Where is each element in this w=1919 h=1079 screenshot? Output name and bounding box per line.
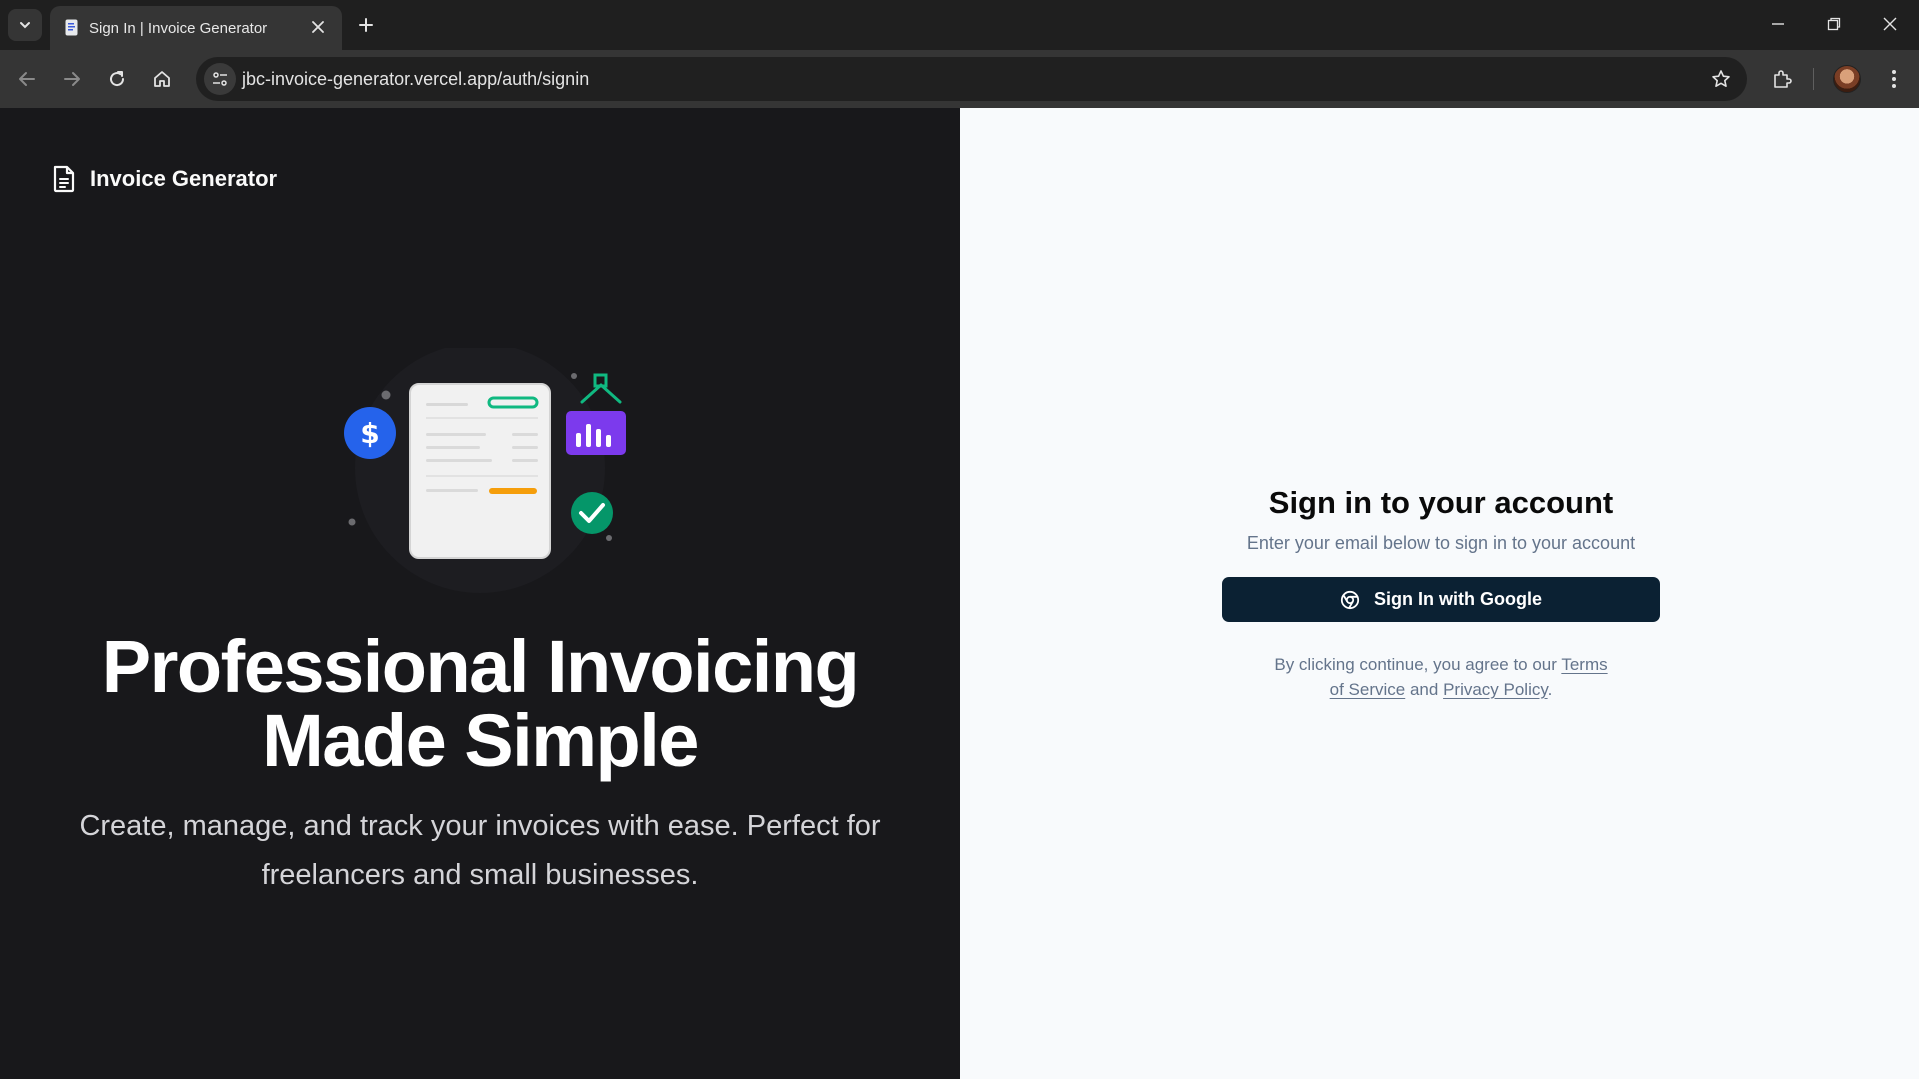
document-icon bbox=[53, 165, 75, 193]
close-icon bbox=[312, 21, 324, 33]
signin-description: Enter your email below to sign in to you… bbox=[1246, 533, 1636, 553]
forward-icon bbox=[64, 72, 80, 86]
brand: Invoice Generator bbox=[52, 163, 277, 195]
legal-and: and bbox=[1405, 680, 1444, 699]
legal-notice: By clicking continue, you agree to our T… bbox=[1271, 652, 1611, 702]
invoice-illustration: $ bbox=[344, 348, 626, 593]
bar-chart-icon bbox=[576, 433, 581, 447]
brand-name: Invoice Generator bbox=[90, 166, 278, 191]
site-info-button[interactable] bbox=[204, 63, 236, 95]
extensions-button[interactable] bbox=[1766, 63, 1798, 95]
browser-toolbar: jbc-invoice-generator.vercel.app/auth/si… bbox=[0, 50, 1919, 108]
decor-dot bbox=[381, 390, 391, 400]
page-content: Invoice Generator $ Professional Invoici… bbox=[0, 108, 1919, 1079]
profile-avatar[interactable] bbox=[1833, 65, 1861, 93]
url-text[interactable]: jbc-invoice-generator.vercel.app/auth/si… bbox=[242, 69, 589, 90]
back-icon bbox=[19, 72, 35, 86]
hero-title-line: Made Simple bbox=[262, 699, 699, 782]
browser-tab-strip: Sign In | Invoice Generator bbox=[0, 0, 1919, 50]
signin-panel: Sign in to your account Enter your email… bbox=[960, 108, 1919, 1079]
forward-button[interactable] bbox=[56, 63, 88, 95]
dollar-icon: $ bbox=[360, 417, 379, 450]
hero-title-line: Professional Invoicing bbox=[101, 625, 860, 708]
hero-subtitle-line: Create, manage, and track your invoices … bbox=[79, 810, 881, 842]
address-bar[interactable]: jbc-invoice-generator.vercel.app/auth/si… bbox=[196, 57, 1747, 101]
invoice-document bbox=[409, 383, 551, 559]
decor-dot bbox=[348, 518, 356, 526]
decor-dot bbox=[571, 373, 577, 379]
hero-title: Professional Invoicing Made Simple bbox=[30, 630, 930, 778]
tab-title: Sign In | Invoice Generator bbox=[89, 20, 268, 37]
reload-button[interactable] bbox=[101, 63, 133, 95]
plus-icon bbox=[359, 18, 373, 32]
signin-heading: Sign in to your account bbox=[1268, 485, 1614, 520]
menu-icon bbox=[1892, 70, 1896, 88]
hero-subtitle-line: freelancers and small businesses. bbox=[261, 859, 699, 891]
restore-button[interactable] bbox=[1806, 0, 1862, 48]
browser-menu-button[interactable] bbox=[1878, 63, 1910, 95]
legal-prefix: By clicking continue, you agree to our bbox=[1274, 655, 1562, 674]
site-info-icon bbox=[213, 72, 227, 86]
dollar-badge: $ bbox=[344, 407, 396, 459]
favicon-icon bbox=[65, 19, 78, 36]
signin-form: Sign in to your account Enter your email… bbox=[1222, 483, 1660, 702]
browser-tab-active[interactable]: Sign In | Invoice Generator bbox=[50, 6, 342, 50]
bar-chart-badge bbox=[566, 411, 626, 455]
google-signin-label: Sign In with Google bbox=[1374, 589, 1542, 609]
close-tab-button[interactable] bbox=[308, 17, 328, 37]
back-button[interactable] bbox=[11, 63, 43, 95]
legal-suffix: . bbox=[1547, 680, 1553, 699]
bookmark-button[interactable] bbox=[1709, 67, 1733, 91]
google-signin-button[interactable]: Sign In with Google bbox=[1222, 577, 1660, 622]
home-icon bbox=[154, 71, 170, 87]
minimize-icon bbox=[1772, 23, 1784, 25]
close-icon bbox=[1883, 17, 1897, 31]
extensions-icon bbox=[1774, 70, 1792, 88]
restore-icon bbox=[1827, 17, 1841, 31]
hero-subtitle: Create, manage, and track your invoices … bbox=[50, 802, 910, 900]
up-trend-icon bbox=[580, 373, 622, 404]
chevron-down-icon bbox=[20, 22, 30, 29]
toolbar-divider bbox=[1813, 68, 1814, 90]
chrome-icon bbox=[1340, 590, 1360, 609]
reload-icon bbox=[110, 71, 125, 87]
hero-panel: Invoice Generator $ Professional Invoici… bbox=[0, 108, 960, 1079]
new-tab-button[interactable] bbox=[352, 11, 380, 39]
tab-search-button[interactable] bbox=[8, 9, 42, 41]
privacy-link[interactable]: Privacy Policy bbox=[1443, 680, 1548, 699]
close-window-button[interactable] bbox=[1862, 0, 1918, 48]
decor-dot bbox=[606, 535, 612, 541]
home-button[interactable] bbox=[146, 63, 178, 95]
minimize-button[interactable] bbox=[1750, 0, 1806, 48]
check-badge bbox=[571, 492, 613, 534]
star-icon bbox=[1712, 70, 1730, 87]
